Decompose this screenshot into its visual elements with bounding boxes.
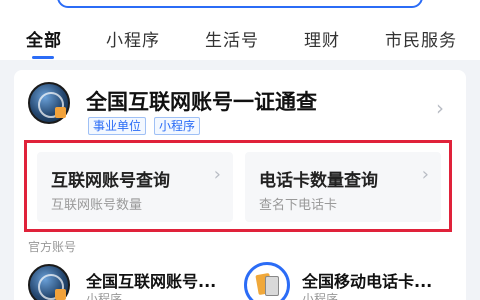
tab-all[interactable]: 全部 (26, 26, 62, 51)
chevron-right-icon: › (213, 164, 221, 185)
globe-lock-logo-icon (28, 82, 70, 124)
service-phone-card-query[interactable]: 电话卡数量查询 查名下电话卡 › (245, 152, 441, 222)
account-title[interactable]: 全国互联网账号... (86, 268, 216, 292)
globe-lock-logo-icon (28, 264, 70, 300)
search-input[interactable] (57, 0, 423, 8)
phone-cards-search-logo-icon (244, 262, 290, 300)
tab-wealth[interactable]: 理财 (304, 26, 340, 51)
chevron-right-icon[interactable]: › (436, 96, 444, 120)
tab-mini-programs[interactable]: 小程序 (106, 26, 160, 51)
service-title: 电话卡数量查询 (259, 171, 378, 191)
category-tabs: 全部 小程序 生活号 理财 市民服务 (0, 14, 480, 60)
card-title[interactable]: 全国互联网账号一证通查 (86, 86, 317, 116)
account-subtitle: 小程序 (86, 292, 123, 300)
tab-life-accounts[interactable]: 生活号 (205, 26, 259, 51)
official-accounts-label: 官方账号 (28, 240, 77, 254)
service-subtitle: 查名下电话卡 (259, 198, 338, 213)
account-subtitle: 小程序 (302, 292, 339, 300)
tag-mini-program: 小程序 (154, 117, 201, 135)
service-subtitle: 互联网账号数量 (51, 198, 143, 213)
tag-public-institution: 事业单位 (88, 117, 147, 135)
search-area (0, 0, 480, 14)
account-title[interactable]: 全国移动电话卡... (302, 268, 432, 292)
service-title: 互联网账号查询 (51, 171, 170, 191)
service-internet-account-query[interactable]: 互联网账号查询 互联网账号数量 › (37, 152, 233, 222)
active-tab-indicator (32, 56, 54, 59)
tab-citizen-services[interactable]: 市民服务 (385, 26, 457, 51)
chevron-right-icon: › (421, 164, 429, 185)
